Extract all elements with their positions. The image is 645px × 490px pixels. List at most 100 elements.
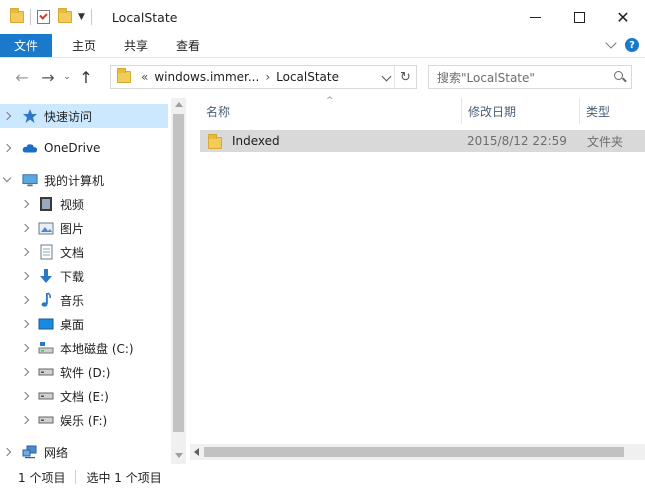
drive-icon: [38, 412, 54, 428]
expand-arrow-icon[interactable]: [20, 391, 30, 401]
network-icon: [22, 444, 38, 460]
cloud-icon: [22, 140, 38, 156]
expand-arrow-icon[interactable]: [20, 247, 30, 257]
nav-item-documents[interactable]: 文档: [0, 240, 168, 264]
nav-item-drive-f[interactable]: 娱乐 (F:): [0, 408, 168, 432]
nav-item-label: 网络: [44, 445, 69, 460]
expand-arrow-icon[interactable]: [2, 143, 12, 153]
nav-item-label: 本地磁盘 (C:): [60, 341, 134, 356]
expand-arrow-icon[interactable]: [20, 367, 30, 377]
breadcrumb-separator[interactable]: ›: [265, 70, 270, 84]
column-header-type[interactable]: 类型: [586, 98, 610, 124]
nav-item-drive-c[interactable]: 本地磁盘 (C:): [0, 336, 168, 360]
help-icon[interactable]: ?: [625, 38, 639, 52]
nav-item-onedrive[interactable]: OneDrive: [0, 136, 168, 160]
search-placeholder: 搜索"LocalState": [437, 70, 535, 85]
nav-item-network[interactable]: 网络: [0, 440, 168, 464]
video-icon: [38, 196, 54, 212]
search-icon[interactable]: [614, 71, 623, 80]
document-icon: [38, 244, 54, 260]
nav-item-label: 快速访问: [44, 109, 93, 124]
scrollbar-thumb[interactable]: [173, 114, 184, 432]
nav-item-this-pc[interactable]: 我的计算机: [0, 168, 168, 192]
column-divider[interactable]: [579, 98, 580, 124]
expand-ribbon-icon[interactable]: [605, 37, 617, 49]
expand-arrow-icon[interactable]: [20, 271, 30, 281]
nav-item-label: 音乐: [60, 293, 85, 308]
nav-item-downloads[interactable]: 下载: [0, 264, 168, 288]
nav-item-quick-access[interactable]: 快速访问: [0, 104, 168, 128]
nav-pane-scrollbar[interactable]: [171, 98, 186, 464]
scrollbar-thumb[interactable]: [204, 447, 624, 457]
column-divider[interactable]: [461, 98, 462, 124]
up-button[interactable]: ↑: [74, 65, 98, 89]
expand-arrow-icon[interactable]: [20, 199, 30, 209]
file-name: Indexed: [232, 134, 280, 148]
minimize-button[interactable]: [513, 0, 557, 34]
collapse-arrow-icon[interactable]: [2, 173, 12, 183]
sort-ascending-icon: ^: [326, 96, 334, 106]
expand-arrow-icon[interactable]: [20, 295, 30, 305]
nav-item-label: 我的计算机: [44, 173, 105, 188]
breadcrumb-item[interactable]: windows.immer...: [154, 70, 259, 84]
tab-share[interactable]: 共享: [110, 34, 162, 57]
nav-item-label: 娱乐 (F:): [60, 413, 108, 428]
quick-access-toolbar: ▼: [0, 0, 98, 34]
properties-icon[interactable]: [37, 10, 50, 24]
forward-button[interactable]: →: [36, 65, 60, 89]
title-bar: ▼ LocalState ✕: [0, 0, 645, 34]
tab-file[interactable]: 文件: [0, 34, 52, 57]
nav-item-label: 文档: [60, 245, 85, 260]
file-type: 文件夹: [587, 134, 624, 149]
status-item-count: 1 个项目: [18, 470, 66, 485]
folder-icon[interactable]: [10, 8, 24, 23]
scroll-left-icon[interactable]: [194, 448, 199, 456]
scroll-up-icon[interactable]: [175, 102, 183, 107]
nav-item-desktop[interactable]: 桌面: [0, 312, 168, 336]
star-icon: [22, 108, 38, 124]
recent-locations-button[interactable]: ⌄: [60, 65, 74, 89]
column-header-date[interactable]: 修改日期: [468, 98, 516, 124]
refresh-button[interactable]: ↻: [394, 66, 416, 88]
maximize-icon: [573, 11, 585, 23]
scroll-down-icon[interactable]: [175, 453, 183, 458]
nav-item-label: 图片: [60, 221, 85, 236]
customize-toolbar-dropdown[interactable]: ▼: [78, 12, 85, 22]
column-header-name[interactable]: 名称: [206, 98, 230, 124]
file-list-scrollbar[interactable]: [190, 444, 645, 460]
file-list: ^ 名称 修改日期 类型 Indexed 2015/8/12 22:59 文件夹: [190, 96, 645, 464]
tab-view[interactable]: 查看: [162, 34, 214, 57]
search-input[interactable]: 搜索"LocalState": [428, 65, 632, 89]
nav-item-drive-d[interactable]: 软件 (D:): [0, 360, 168, 384]
nav-item-label: 桌面: [60, 317, 85, 332]
file-row[interactable]: Indexed 2015/8/12 22:59 文件夹: [200, 130, 645, 152]
breadcrumb-overflow[interactable]: «: [141, 70, 148, 84]
breadcrumb-item[interactable]: LocalState: [276, 70, 339, 84]
expand-arrow-icon[interactable]: [20, 343, 30, 353]
expand-arrow-icon[interactable]: [2, 111, 12, 121]
nav-item-videos[interactable]: 视频: [0, 192, 168, 216]
status-selection: 选中 1 个项目: [86, 470, 162, 485]
maximize-button[interactable]: [557, 0, 601, 34]
window-title: LocalState: [111, 9, 178, 25]
close-button[interactable]: ✕: [601, 0, 645, 34]
ribbon-tabs: 文件 主页 共享 查看 ?: [0, 34, 645, 58]
back-button[interactable]: ←: [10, 65, 34, 89]
expand-arrow-icon[interactable]: [20, 223, 30, 233]
computer-icon: [22, 172, 38, 188]
nav-item-label: OneDrive: [44, 141, 101, 155]
arrow-left-icon: ←: [15, 67, 29, 87]
file-name-cell: Indexed: [200, 130, 280, 152]
nav-item-drive-e[interactable]: 文档 (E:): [0, 384, 168, 408]
new-folder-icon[interactable]: [58, 8, 72, 23]
tab-home[interactable]: 主页: [52, 34, 110, 57]
expand-arrow-icon[interactable]: [20, 319, 30, 329]
expand-arrow-icon[interactable]: [2, 447, 12, 457]
address-bar[interactable]: « windows.immer... › LocalState ↻: [110, 65, 417, 89]
nav-item-music[interactable]: 音乐: [0, 288, 168, 312]
nav-item-pictures[interactable]: 图片: [0, 216, 168, 240]
divider: [75, 470, 77, 484]
expand-arrow-icon[interactable]: [20, 415, 30, 425]
music-icon: [38, 292, 54, 308]
address-dropdown-icon[interactable]: [381, 71, 392, 82]
